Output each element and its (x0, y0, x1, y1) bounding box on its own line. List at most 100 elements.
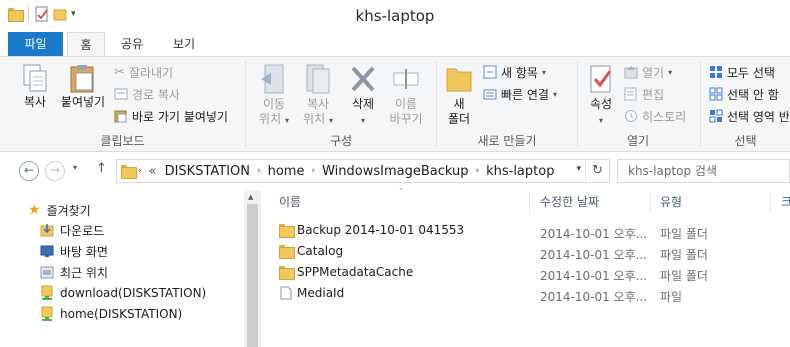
breadcrumb-khs-laptop[interactable]: khs-laptop (486, 164, 554, 179)
column-header-date-modified[interactable]: 수정한 날짜 (540, 190, 650, 214)
easy-access-button[interactable]: 빠른 연결 ▾ (483, 85, 557, 103)
tab-share[interactable]: 공유 (110, 32, 154, 56)
easy-access-icon (483, 89, 497, 100)
nav-item-label: 바탕 화면 (60, 244, 108, 259)
copy-icon (23, 64, 47, 92)
breadcrumb-overflow[interactable]: « (149, 164, 157, 179)
easy-access-label: 빠른 연결 (501, 87, 549, 102)
new-group: 새 폴더 새 항목 ▾ 빠른 연결 ▾ 새로 만들기 (437, 57, 577, 153)
select-all-button[interactable]: 모두 선택 (709, 63, 775, 81)
nav-favorites-label: 즐겨찾기 (46, 203, 91, 218)
dropdown-icon: ▾ (552, 89, 557, 99)
breadcrumb-home[interactable]: home (268, 164, 305, 179)
history-label: 히스토리 (642, 109, 687, 124)
back-button[interactable]: ← (19, 161, 39, 181)
nav-item-label: 최근 위치 (60, 265, 108, 280)
new-folder-label-line2: 폴더 (447, 112, 471, 126)
paste-icon (70, 65, 94, 93)
nav-item-home-diskstation[interactable]: home(DISKSTATION) (40, 304, 182, 324)
tab-home[interactable]: 홈 (67, 32, 105, 57)
table-row[interactable]: Backup 2014-10-01 041553 2014-10-01 오후..… (261, 221, 790, 242)
organize-group: 이동 위치 ▾ 복사 위치 ▾ 삭제 ▾ 이름 바꾸기 구성 (246, 57, 436, 153)
rename-label-line2: 바꾸기 (389, 112, 423, 126)
new-item-button[interactable]: 새 항목 ▾ (483, 63, 546, 81)
nav-item-download-diskstation[interactable]: download(DISKSTATION) (40, 283, 206, 303)
file-name: Catalog (297, 244, 344, 258)
tab-file[interactable]: 파일 (8, 32, 63, 56)
nav-item-desktop[interactable]: 바탕 화면 (40, 241, 108, 261)
properties-button[interactable]: 속성 ▾ (582, 63, 620, 128)
rename-button[interactable]: 이름 바꾸기 (384, 63, 428, 127)
copy-path-button[interactable]: 경로 복사 (114, 85, 180, 103)
clipboard-group-label: 클립보드 (100, 134, 145, 148)
title-bar: ▾ khs-laptop (0, 0, 790, 32)
copy-to-label-line1: 복사 (306, 97, 330, 111)
table-row[interactable]: MediaId 2014-10-01 오후... 파일 (261, 284, 790, 305)
copy-to-button[interactable]: 복사 위치 ▾ (296, 63, 340, 128)
file-name: SPPMetadataCache (297, 265, 414, 279)
select-none-label: 선택 안 함 (727, 87, 779, 102)
copy-path-label: 경로 복사 (132, 87, 180, 102)
scrollbar-thumb[interactable] (247, 204, 258, 347)
column-header-name[interactable]: 이름 (279, 190, 529, 214)
history-button[interactable]: 히스토리 (624, 107, 686, 125)
select-none-button[interactable]: 선택 안 함 (709, 85, 779, 103)
window-title: khs-laptop (355, 7, 435, 25)
edit-button[interactable]: 편집 (624, 85, 664, 103)
nav-pane-scrollbar[interactable]: ▲ (244, 190, 261, 347)
paste-shortcut-icon (114, 110, 127, 123)
chevron-right-icon[interactable]: › (257, 166, 261, 176)
table-row[interactable]: SPPMetadataCache 2014-10-01 오후... 파일 폴더 (261, 263, 790, 284)
file-name: Backup 2014-10-01 041553 (297, 223, 465, 237)
folder-icon (279, 224, 295, 238)
chevron-right-icon[interactable]: › (138, 166, 142, 176)
forward-button[interactable]: → (45, 161, 65, 181)
move-to-label-line1: 이동 (262, 97, 286, 111)
chevron-right-icon[interactable]: › (311, 166, 315, 176)
refresh-icon[interactable]: ↻ (585, 160, 609, 182)
invert-selection-button[interactable]: 선택 영역 반 (709, 107, 790, 125)
chevron-right-icon[interactable]: › (475, 166, 479, 176)
table-row[interactable]: Catalog 2014-10-01 오후... 파일 폴더 (261, 242, 790, 263)
nav-item-recent-places[interactable]: 최근 위치 (40, 262, 108, 282)
scroll-up-icon[interactable]: ▲ (248, 193, 253, 201)
column-divider[interactable] (529, 192, 530, 214)
address-dropdown-icon[interactable]: ▾ (576, 164, 581, 174)
open-icon (624, 66, 638, 79)
paste-shortcut-label: 바로 가기 붙여넣기 (132, 109, 228, 124)
delete-button[interactable]: 삭제 ▾ (342, 63, 384, 128)
column-header-size[interactable]: 크 (781, 190, 790, 214)
network-folder-icon (41, 306, 53, 321)
nav-item-downloads[interactable]: 다운로드 (40, 220, 104, 240)
address-bar[interactable]: › « DISKSTATION › home › WindowsImageBac… (116, 159, 610, 183)
folder-icon (279, 266, 295, 280)
new-folder-icon (446, 68, 472, 92)
move-to-button[interactable]: 이동 위치 ▾ (252, 63, 296, 128)
desktop-icon (40, 245, 54, 257)
cut-button[interactable]: ✂ 잘라내기 (114, 63, 173, 81)
breadcrumb-windowsimagebackup[interactable]: WindowsImageBackup (322, 164, 468, 179)
scissors-icon: ✂ (114, 64, 125, 80)
tab-view[interactable]: 보기 (162, 32, 206, 56)
column-divider[interactable] (770, 192, 771, 214)
column-header-type[interactable]: 유형 (660, 190, 770, 214)
dropdown-icon: ▾ (668, 67, 673, 77)
search-input[interactable]: khs-laptop 검색 (617, 159, 790, 183)
column-divider[interactable] (650, 192, 651, 214)
rename-label-line1: 이름 (394, 97, 418, 111)
ribbon: 복사 붙여넣기 ✂ 잘라내기 경로 복사 바로 가기 붙여넣기 클립보드 이동 … (0, 56, 790, 152)
open-button[interactable]: 열기 ▾ (624, 63, 672, 81)
nav-favorites[interactable]: ★ 즐겨찾기 (28, 200, 91, 220)
cut-label: 잘라내기 (128, 65, 174, 80)
paste-button[interactable]: 붙여넣기 (58, 63, 108, 110)
navigation-pane: ★ 즐겨찾기 다운로드 바탕 화면 최근 위치 download(DISKSTA… (0, 190, 244, 347)
copy-button[interactable]: 복사 (14, 63, 56, 110)
up-button[interactable]: ↑ (96, 161, 107, 176)
paste-shortcut-button[interactable]: 바로 가기 붙여넣기 (114, 107, 228, 125)
navigation-bar: ← → ▾ ↑ › « DISKSTATION › home › Windows… (0, 152, 790, 190)
delete-x-icon (351, 66, 375, 92)
select-all-label: 모두 선택 (727, 65, 775, 80)
new-folder-button[interactable]: 새 폴더 (441, 63, 477, 127)
recent-locations-button[interactable]: ▾ (73, 163, 77, 172)
breadcrumb-diskstation[interactable]: DISKSTATION (165, 164, 250, 179)
